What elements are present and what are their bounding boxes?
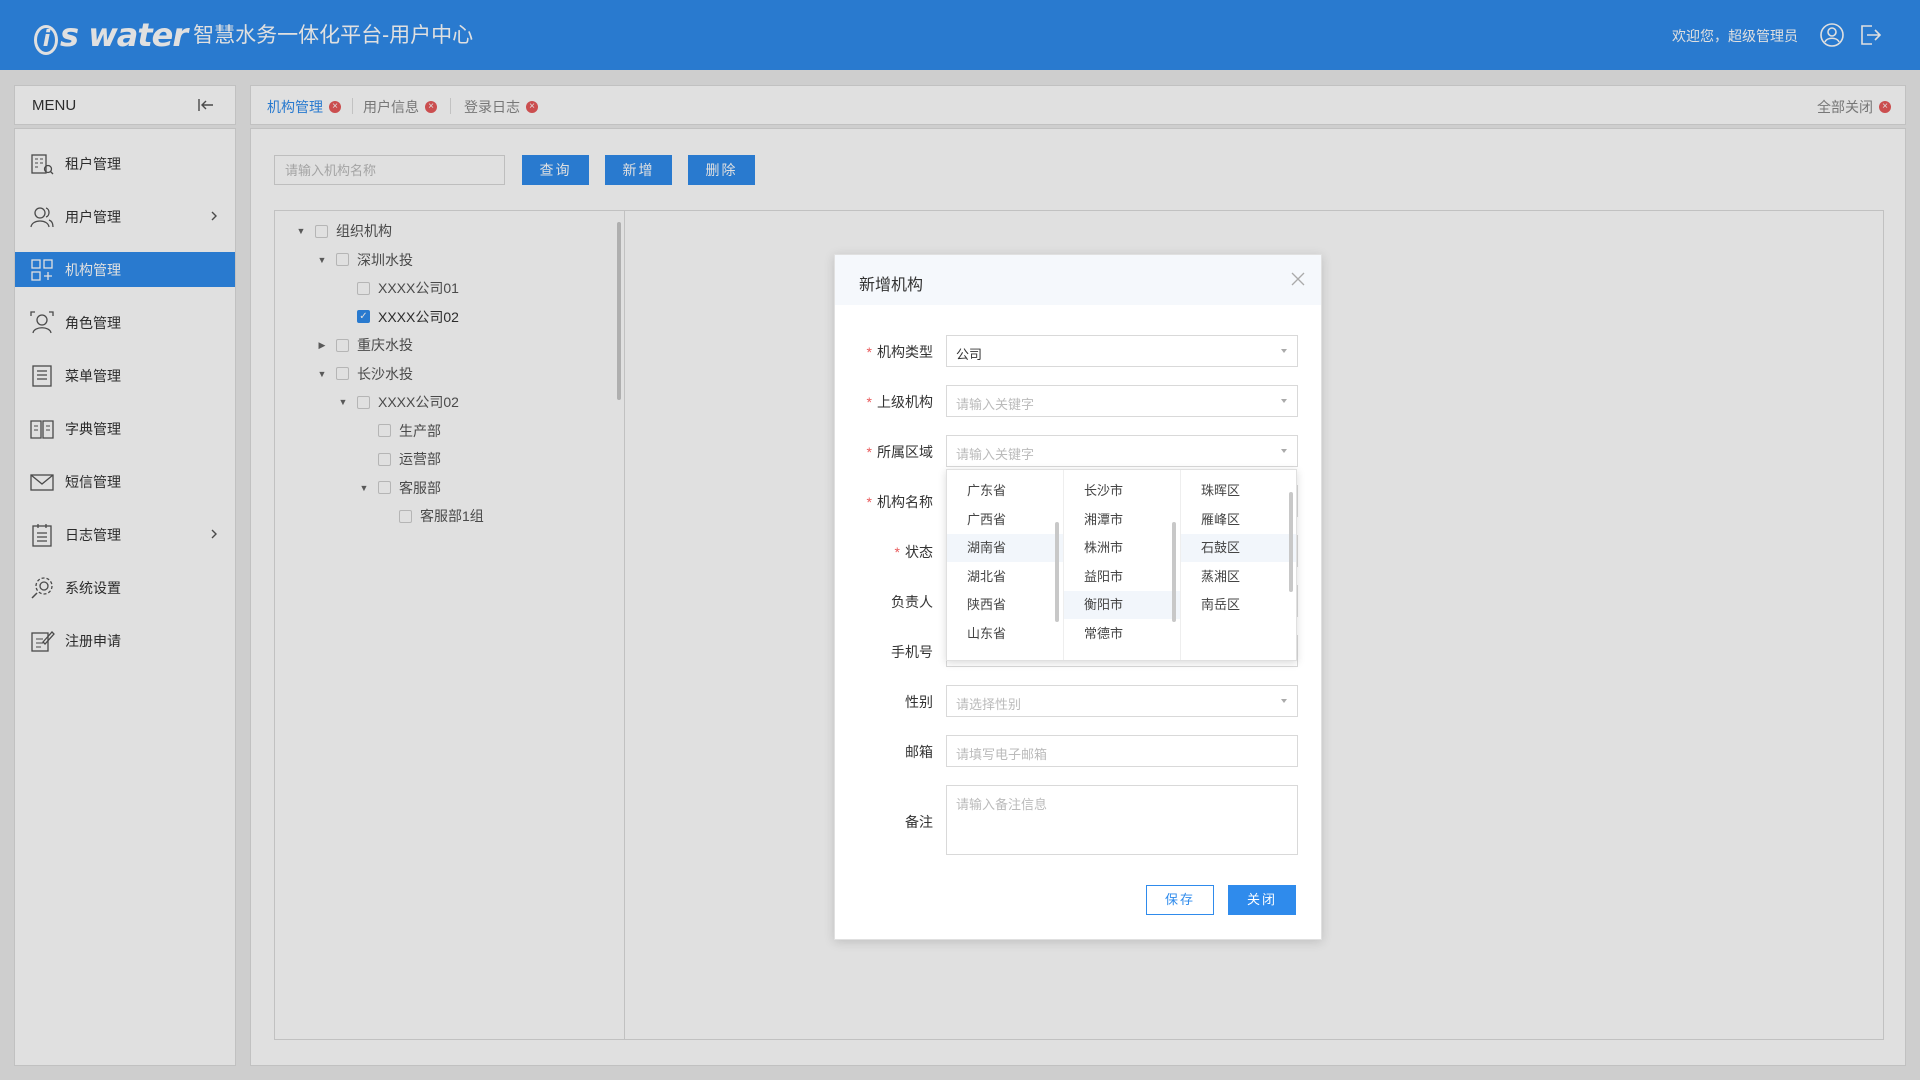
close-button[interactable]: 关闭 bbox=[1228, 885, 1296, 915]
manager-label: 负责人 bbox=[891, 594, 933, 610]
org-type-select[interactable]: 公司 bbox=[946, 335, 1298, 367]
required-mark: * bbox=[866, 444, 872, 460]
email-label: 邮箱 bbox=[905, 744, 933, 760]
city-option[interactable]: 常德市 bbox=[1064, 620, 1180, 648]
label-text: 机构名称 bbox=[877, 494, 933, 510]
phone-label: 手机号 bbox=[891, 644, 933, 660]
label-text: 状态 bbox=[905, 544, 933, 560]
remark-label: 备注 bbox=[905, 814, 933, 830]
status-label: * 状态 bbox=[895, 542, 933, 562]
parent-org-label: * 上级机构 bbox=[867, 392, 933, 412]
select-value: 公司 bbox=[956, 347, 983, 362]
required-mark: * bbox=[866, 494, 872, 510]
modal-header: 新增机构 bbox=[835, 255, 1321, 305]
district-option[interactable]: 珠晖区 bbox=[1181, 477, 1296, 505]
label-text: 上级机构 bbox=[877, 394, 933, 410]
placeholder-text: 请输入关键字 bbox=[956, 447, 1035, 462]
district-scrollbar[interactable] bbox=[1289, 492, 1293, 592]
district-option[interactable]: 南岳区 bbox=[1181, 591, 1296, 619]
province-option[interactable]: 广东省 bbox=[947, 477, 1063, 505]
placeholder-text: 请输入关键字 bbox=[956, 397, 1035, 412]
city-option[interactable]: 益阳市 bbox=[1064, 563, 1180, 591]
district-column: 珠晖区 雁峰区 石鼓区 蒸湘区 南岳区 bbox=[1181, 470, 1296, 660]
district-option[interactable]: 雁峰区 bbox=[1181, 506, 1296, 534]
required-mark: * bbox=[866, 344, 872, 360]
city-option[interactable]: 长沙市 bbox=[1064, 477, 1180, 505]
modal-title: 新增机构 bbox=[859, 277, 924, 294]
label-text: 机构类型 bbox=[877, 344, 933, 360]
save-button[interactable]: 保存 bbox=[1146, 885, 1214, 915]
caret-down-icon bbox=[1281, 449, 1287, 453]
required-mark: * bbox=[866, 394, 872, 410]
city-option[interactable]: 湘潭市 bbox=[1064, 506, 1180, 534]
close-icon[interactable] bbox=[1291, 272, 1305, 286]
label-text: 所属区域 bbox=[877, 444, 933, 460]
city-option[interactable]: 株洲市 bbox=[1064, 534, 1180, 562]
province-option[interactable]: 湖北省 bbox=[947, 563, 1063, 591]
city-column: 长沙市 湘潭市 株洲市 益阳市 衡阳市 常德市 bbox=[1064, 470, 1181, 660]
placeholder-text: 请选择性别 bbox=[956, 697, 1022, 712]
region-label: * 所属区域 bbox=[867, 442, 933, 462]
province-option[interactable]: 湖南省 bbox=[947, 534, 1063, 562]
district-option[interactable]: 蒸湘区 bbox=[1181, 563, 1296, 591]
remark-textarea[interactable]: 请输入备注信息 bbox=[946, 785, 1298, 855]
placeholder-text: 请填写电子邮箱 bbox=[956, 747, 1048, 762]
gender-select[interactable]: 请选择性别 bbox=[946, 685, 1298, 717]
caret-down-icon bbox=[1281, 699, 1287, 703]
city-scrollbar[interactable] bbox=[1172, 522, 1176, 622]
region-cascader-dropdown: 广东省 广西省 湖南省 湖北省 陕西省 山东省 长沙市 湘潭市 株洲市 益阳市 衡阳市 常德市 珠晖… bbox=[946, 469, 1297, 661]
org-type-label: * 机构类型 bbox=[867, 342, 933, 362]
province-column: 广东省 广西省 湖南省 湖北省 陕西省 山东省 bbox=[947, 470, 1064, 660]
org-name-label: * 机构名称 bbox=[867, 492, 933, 512]
caret-down-icon bbox=[1281, 399, 1287, 403]
gender-label: 性别 bbox=[905, 694, 933, 710]
province-option[interactable]: 山东省 bbox=[947, 620, 1063, 648]
email-input[interactable]: 请填写电子邮箱 bbox=[946, 735, 1298, 767]
province-scrollbar[interactable] bbox=[1055, 522, 1059, 622]
district-option[interactable]: 石鼓区 bbox=[1181, 534, 1296, 562]
region-select[interactable]: 请输入关键字 bbox=[946, 435, 1298, 467]
province-option[interactable]: 陕西省 bbox=[947, 591, 1063, 619]
province-option[interactable]: 广西省 bbox=[947, 506, 1063, 534]
required-mark: * bbox=[894, 544, 900, 560]
city-option[interactable]: 衡阳市 bbox=[1064, 591, 1180, 619]
caret-down-icon bbox=[1281, 349, 1287, 353]
parent-org-select[interactable]: 请输入关键字 bbox=[946, 385, 1298, 417]
placeholder-text: 请输入备注信息 bbox=[956, 797, 1048, 812]
